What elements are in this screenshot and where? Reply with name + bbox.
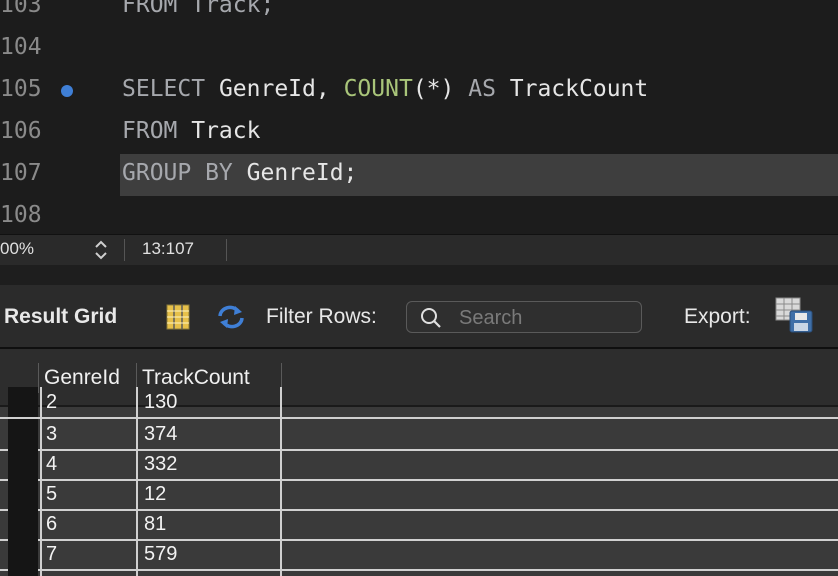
cell-genreid[interactable]: 4 (40, 449, 136, 479)
keyword: FROM (122, 118, 178, 144)
cell-genreid[interactable]: 6 (40, 509, 136, 539)
up-down-chevron-icon[interactable] (92, 238, 110, 267)
table-row[interactable]: 7 579 (0, 539, 838, 571)
row-empty-area (282, 449, 838, 479)
table-row[interactable]: 6 81 (0, 509, 838, 541)
code-text: SELECT GenreId, COUNT(*) AS TrackCount (122, 76, 648, 102)
cell-genreid[interactable]: 7 (40, 539, 136, 569)
code-text: FROM Track; (122, 0, 275, 18)
row-empty-area (282, 387, 838, 417)
line-number: 107 (0, 160, 42, 186)
sql-editor[interactable]: 103 FROM Track; 104 105 SELECT GenreId, … (0, 0, 838, 234)
cell-trackcount[interactable]: 332 (136, 449, 282, 479)
grid-view-icon[interactable] (166, 304, 190, 330)
row-empty-area (282, 419, 838, 449)
cell-genreid[interactable]: 8 (40, 569, 136, 576)
export-label: Export: (684, 305, 751, 328)
cursor-position: 13:107 (142, 239, 194, 258)
cell-trackcount[interactable]: 579 (136, 539, 282, 569)
row-selector[interactable] (8, 539, 38, 569)
table-row[interactable]: 5 12 (0, 479, 838, 511)
result-grid-label: Result Grid (4, 305, 118, 328)
zoom-level[interactable]: 00% (0, 239, 34, 259)
table-row[interactable]: 2 130 (0, 387, 838, 419)
cell-trackcount[interactable]: 12 (136, 479, 282, 509)
code-text: GROUP BY GenreId; (122, 160, 357, 186)
table-row[interactable]: 4 332 (0, 449, 838, 481)
code-text: FROM Track (122, 118, 260, 144)
table-row[interactable]: 3 374 (0, 419, 838, 451)
row-empty-area (282, 479, 838, 509)
row-selector[interactable] (8, 387, 38, 417)
identifier: Track (177, 118, 261, 144)
line-number: 104 (0, 34, 42, 60)
function-name: COUNT (343, 76, 413, 102)
editor-line: 103 FROM Track; (0, 0, 838, 28)
editor-line: 104 (0, 28, 838, 70)
identifier: (*) (412, 76, 469, 102)
search-icon (419, 306, 443, 330)
cell-trackcount[interactable]: 374 (136, 419, 282, 449)
cell-trackcount[interactable]: 130 (136, 387, 282, 417)
row-selector[interactable] (8, 479, 38, 509)
result-grid[interactable]: GenreId TrackCount 2 130 3 374 4 332 5 1… (0, 349, 838, 576)
row-selector[interactable] (8, 419, 38, 449)
line-number: 108 (0, 202, 42, 228)
keyword: AS (468, 76, 496, 102)
breakpoint-marker[interactable] (61, 85, 73, 97)
status-divider (226, 239, 227, 261)
cell-genreid[interactable]: 2 (40, 387, 136, 417)
row-empty-area (282, 569, 838, 576)
row-selector[interactable] (8, 449, 38, 479)
editor-line: 105 SELECT GenreId, COUNT(*) AS TrackCou… (0, 70, 838, 112)
keyword: GROUP BY (122, 160, 233, 186)
identifier: GenreId, (205, 76, 344, 102)
cell-trackcount[interactable]: 58 (136, 569, 282, 576)
row-empty-area (282, 509, 838, 539)
cell-trackcount[interactable]: 81 (136, 509, 282, 539)
editor-line: 107 GROUP BY GenreId; (0, 154, 838, 196)
row-selector[interactable] (8, 509, 38, 539)
refresh-icon[interactable] (216, 304, 246, 330)
result-toolbar: Result Grid Filter Rows: Export: (0, 285, 838, 347)
identifier: TrackCount (495, 76, 649, 102)
identifier: GenreId; (232, 160, 358, 186)
editor-line: 106 FROM Track (0, 112, 838, 154)
export-icon[interactable] (774, 297, 814, 333)
line-number: 106 (0, 118, 42, 144)
cell-genreid[interactable]: 3 (40, 419, 136, 449)
line-number: 103 (0, 0, 42, 18)
status-divider (124, 239, 125, 261)
panel-gap (0, 265, 838, 285)
cell-genreid[interactable]: 5 (40, 479, 136, 509)
line-number: 105 (0, 76, 42, 102)
search-input[interactable] (457, 304, 631, 332)
search-box[interactable] (406, 301, 642, 333)
filter-rows-label: Filter Rows: (266, 305, 377, 328)
keyword: SELECT (122, 76, 206, 102)
table-row[interactable]: 8 58 (0, 569, 838, 576)
row-empty-area (282, 539, 838, 569)
editor-line: 108 (0, 196, 838, 234)
editor-status-bar: 00% 13:107 (0, 234, 838, 265)
row-selector[interactable] (8, 569, 38, 576)
